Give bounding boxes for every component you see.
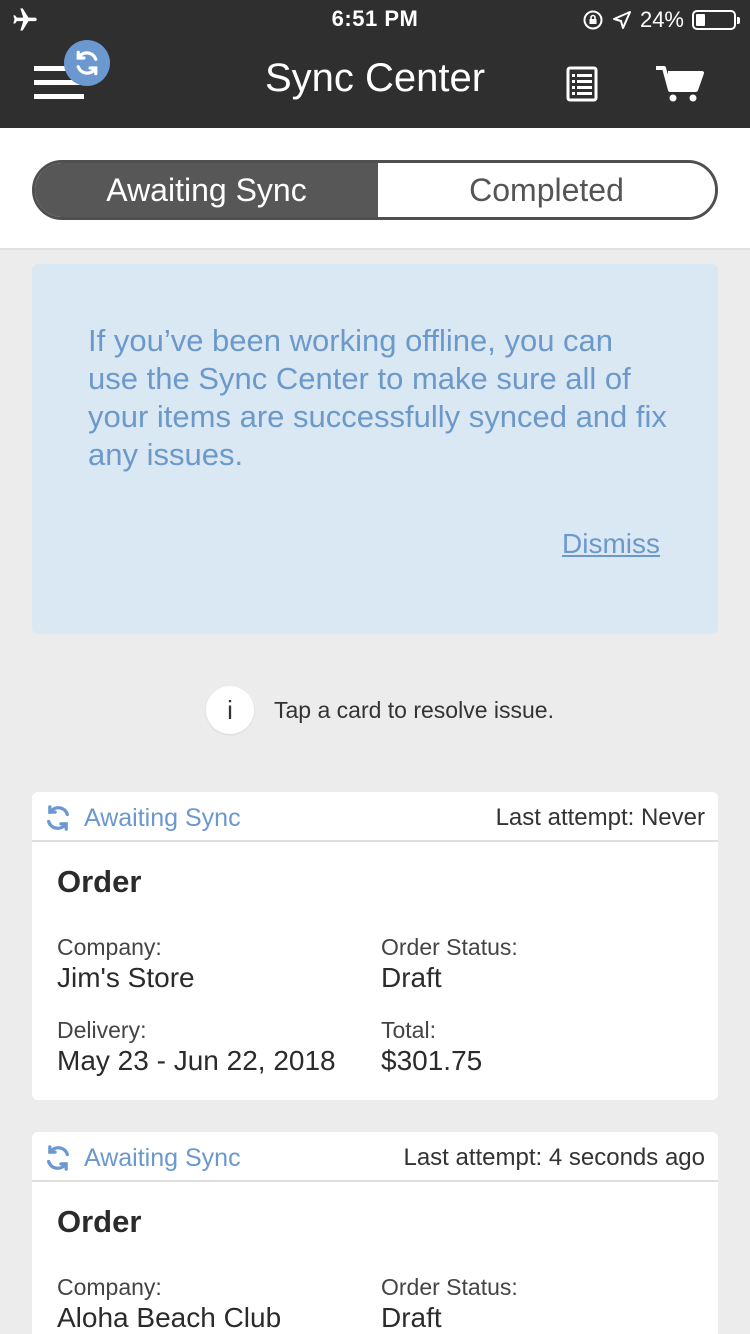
info-message: If you’ve been working offline, you can … xyxy=(88,323,667,472)
sync-status: Awaiting Sync xyxy=(84,804,241,832)
cart-icon[interactable] xyxy=(654,64,704,104)
info-icon: i xyxy=(206,686,254,734)
last-attempt: Last attempt: Never xyxy=(495,804,705,831)
app-header: 6:51 PM 24% Sync Center xyxy=(0,0,750,128)
company-value: Jim's Store xyxy=(57,962,195,993)
company-label: Company: xyxy=(57,1274,162,1300)
card-header: Awaiting Sync Last attempt: 4 seconds ag… xyxy=(32,1132,718,1182)
card-header: Awaiting Sync Last attempt: Never xyxy=(32,792,718,842)
company-value: Aloha Beach Club xyxy=(57,1302,282,1333)
page-title: Sync Center xyxy=(264,56,486,100)
tab-completed[interactable]: Completed xyxy=(378,163,715,217)
order-status-value: Draft xyxy=(381,962,442,993)
total-label: Total: xyxy=(381,1017,436,1043)
sync-icon xyxy=(47,1145,69,1171)
location-icon xyxy=(612,11,631,29)
order-status-label: Order Status: xyxy=(381,1274,518,1300)
info-banner: If you’ve been working offline, you can … xyxy=(32,264,718,634)
card-type: Order xyxy=(57,864,142,899)
battery-fill xyxy=(696,14,705,26)
status-bar: 6:51 PM 24% xyxy=(0,0,750,40)
delivery-value: May 23 - Jun 22, 2018 xyxy=(57,1045,336,1076)
sync-status: Awaiting Sync xyxy=(84,1144,241,1172)
rotation-lock-icon xyxy=(583,10,603,30)
hint-row: i Tap a card to resolve issue. xyxy=(206,686,554,734)
order-status-label: Order Status: xyxy=(381,934,518,960)
delivery-label: Delivery: xyxy=(57,1017,147,1043)
hint-text: Tap a card to resolve issue. xyxy=(274,696,554,723)
order-status-value: Draft xyxy=(381,1302,442,1333)
sync-icon xyxy=(47,805,69,831)
battery-icon xyxy=(692,10,740,30)
status-right: 24% xyxy=(582,6,740,34)
battery-percent: 24% xyxy=(639,7,684,32)
list-icon[interactable] xyxy=(566,66,598,102)
sync-card[interactable]: Awaiting Sync Last attempt: Never Order … xyxy=(32,792,718,1100)
company-label: Company: xyxy=(57,934,162,960)
card-type: Order xyxy=(57,1204,142,1239)
tab-awaiting-sync[interactable]: Awaiting Sync xyxy=(35,163,378,217)
dismiss-link[interactable]: Dismiss xyxy=(562,528,660,560)
sync-card[interactable]: Awaiting Sync Last attempt: 4 seconds ag… xyxy=(32,1132,718,1334)
last-attempt: Last attempt: 4 seconds ago xyxy=(403,1144,705,1171)
tab-bar: Awaiting Sync Completed xyxy=(0,128,750,250)
total-value: $301.75 xyxy=(381,1045,483,1076)
segmented-control: Awaiting Sync Completed xyxy=(32,160,718,220)
